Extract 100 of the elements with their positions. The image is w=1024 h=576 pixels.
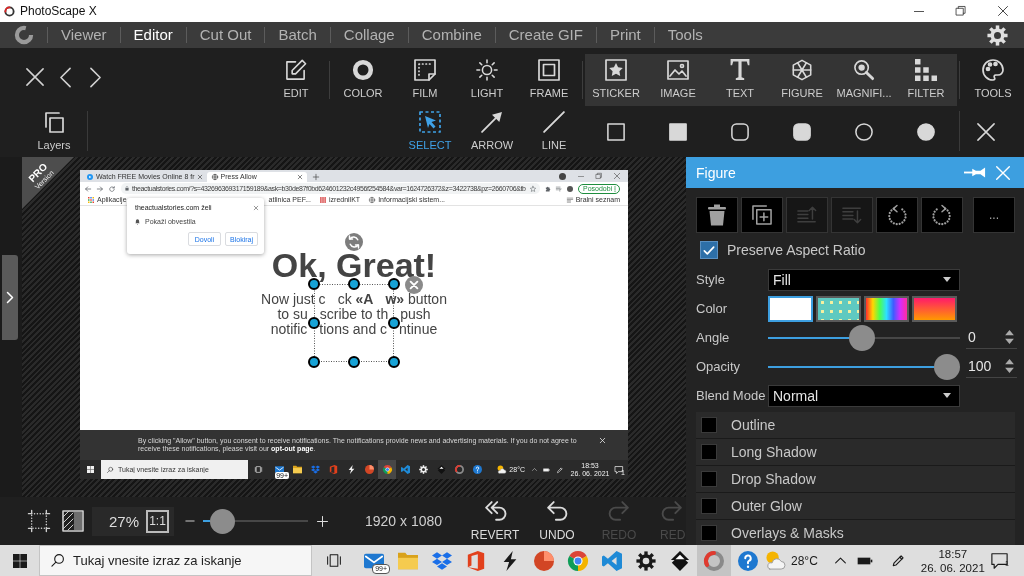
menu-tab[interactable]: Combine	[408, 25, 495, 45]
arrow-right-icon[interactable]	[97, 185, 103, 192]
clock-date[interactable]: 26. 06. 2021	[920, 560, 985, 575]
tool-button[interactable]: LIGHT	[456, 54, 518, 106]
draw-tool-button[interactable]: LINE	[523, 106, 585, 157]
actual-size-button[interactable]: 1:1	[146, 509, 170, 533]
number-field[interactable]: 0	[966, 326, 1017, 349]
resize-handle[interactable]	[388, 278, 400, 290]
pin-icon[interactable]	[964, 167, 986, 178]
effect-row[interactable]: Drop Shadow	[696, 466, 1015, 493]
checkbox[interactable]	[701, 525, 717, 541]
chevron-left-icon[interactable]	[60, 66, 71, 88]
start-icon[interactable]	[87, 466, 94, 473]
checkbox[interactable]	[701, 417, 717, 433]
menu-tab[interactable]: Print	[596, 25, 654, 45]
sidebar-toggle[interactable]	[2, 255, 18, 340]
color-swatch[interactable]	[816, 295, 861, 322]
dropdown[interactable]: Fill	[768, 268, 960, 291]
slider-thumb[interactable]	[848, 324, 875, 351]
menu-tab[interactable]: Create GIF	[495, 25, 596, 45]
slider-track[interactable]	[203, 508, 308, 534]
color-swatch[interactable]	[768, 295, 813, 322]
restore-icon[interactable]	[956, 6, 966, 16]
pen-icon[interactable]	[891, 554, 905, 567]
menu-tab[interactable]: Editor	[120, 25, 186, 45]
action-button[interactable]	[876, 197, 918, 233]
action-button[interactable]	[696, 197, 738, 233]
settings-icon[interactable]	[987, 24, 1008, 46]
weather-text[interactable]: 28°C	[791, 553, 818, 568]
chevron-right-icon[interactable]	[90, 66, 101, 88]
start-icon[interactable]	[13, 553, 27, 568]
checkbox[interactable]	[701, 444, 717, 460]
number-field[interactable]: 100	[966, 355, 1017, 378]
menu-tab[interactable]: Tools	[654, 25, 716, 45]
checkbox[interactable]	[701, 471, 717, 487]
color-swatch[interactable]	[912, 295, 957, 322]
slider-thumb[interactable]	[210, 508, 236, 534]
checkbox[interactable]	[700, 241, 718, 259]
resize-handle[interactable]	[348, 278, 360, 290]
split-view-icon[interactable]	[62, 510, 84, 532]
task-view-icon[interactable]	[255, 466, 262, 473]
marquee-select-icon[interactable]	[28, 510, 50, 532]
tool-button[interactable]: MAGNIFI...	[833, 54, 895, 106]
resize-handle[interactable]	[388, 356, 400, 368]
dropdown[interactable]: Normal	[768, 384, 960, 407]
effect-row[interactable]: Overlays & Masks	[696, 520, 1015, 545]
puzzle-icon[interactable]	[545, 185, 551, 192]
task-view-icon[interactable]	[327, 554, 341, 567]
slider-track[interactable]	[768, 324, 960, 351]
plus-icon[interactable]	[312, 174, 319, 180]
color-swatch[interactable]	[864, 295, 909, 322]
action-button[interactable]	[921, 197, 963, 233]
minimize-icon[interactable]	[914, 10, 924, 12]
slider-thumb[interactable]	[934, 353, 960, 380]
history-button[interactable]: REVERT	[464, 497, 526, 545]
menu-tab[interactable]: Cut Out	[186, 25, 265, 45]
tool-button[interactable]: COLOR	[332, 54, 394, 106]
tool-button[interactable]: FILM	[394, 54, 456, 106]
clock-time[interactable]: 18:57	[938, 546, 968, 561]
tool-button[interactable]: FIGURE	[771, 54, 833, 106]
slider-track[interactable]	[768, 353, 960, 380]
search-field[interactable]: Tukaj vnesite izraz za iskanje	[39, 545, 312, 576]
menu-tab[interactable]: Viewer	[48, 25, 120, 45]
tool-button[interactable]: FILTER	[895, 54, 957, 106]
tool-button[interactable]: FRAME	[518, 54, 580, 106]
draw-tool-button[interactable]: SELECT	[399, 106, 461, 157]
close-icon[interactable]	[998, 6, 1008, 16]
arrow-left-icon[interactable]	[85, 185, 91, 192]
effect-row[interactable]: Long Shadow	[696, 439, 1015, 466]
delete-handle[interactable]	[405, 276, 423, 294]
battery-icon[interactable]	[856, 556, 873, 565]
chevron-up-icon[interactable]	[834, 557, 846, 564]
layers-button[interactable]: Layers	[23, 106, 85, 157]
reload-icon[interactable]	[109, 185, 115, 192]
history-button[interactable]: UNDO	[526, 497, 588, 545]
draw-tool-button[interactable]: ARROW	[461, 106, 523, 157]
resize-handle[interactable]	[308, 317, 320, 329]
menu-tab[interactable]: Collage	[330, 25, 408, 45]
resize-handle[interactable]	[348, 356, 360, 368]
rotate-handle[interactable]	[345, 233, 363, 251]
tool-button[interactable]: IMAGE	[647, 54, 709, 106]
action-button[interactable]	[741, 197, 783, 233]
resize-handle[interactable]	[308, 356, 320, 368]
checkbox[interactable]	[701, 498, 717, 514]
star-icon[interactable]	[530, 185, 536, 192]
more-button[interactable]: ...	[973, 197, 1015, 233]
effect-row[interactable]: Outline	[696, 412, 1015, 439]
zoom-in-icon[interactable]	[317, 515, 328, 527]
restore-icon[interactable]	[596, 173, 602, 179]
effect-row[interactable]: Outer Glow	[696, 493, 1015, 520]
tool-button[interactable]: TEXT	[709, 54, 771, 106]
tool-button[interactable]: TOOLS	[962, 54, 1024, 106]
ring-logo-icon[interactable]	[14, 25, 34, 45]
menu-tab[interactable]: Batch	[265, 25, 330, 45]
tool-button[interactable]: STICKER	[585, 54, 647, 106]
battery-icon[interactable]	[543, 467, 550, 472]
effect-label: Outline	[731, 417, 776, 433]
tool-button[interactable]: EDIT	[265, 54, 327, 106]
sun-cloud-icon[interactable]	[497, 465, 507, 474]
resize-handle[interactable]	[388, 317, 400, 329]
